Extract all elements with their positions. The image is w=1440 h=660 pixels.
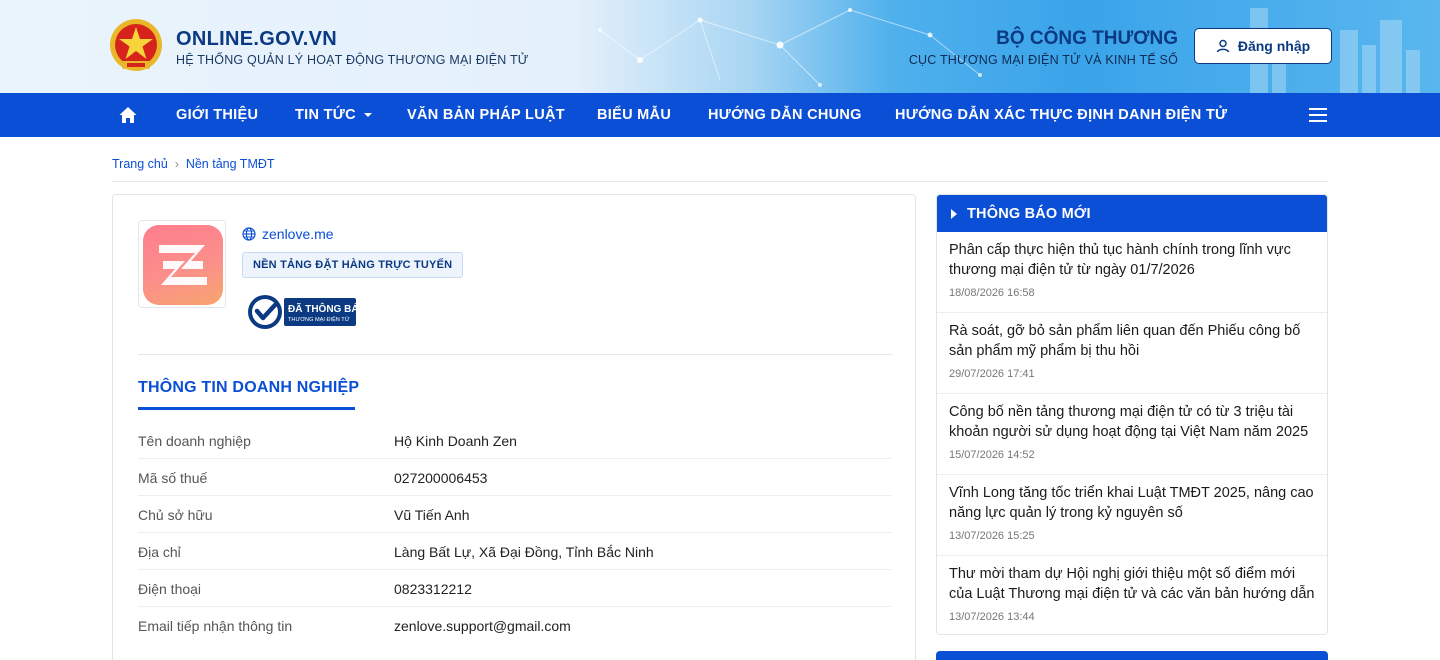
nav-item-huong-dan-chung[interactable]: HƯỚNG DẪN CHUNG	[708, 93, 862, 137]
badge-text: ĐÃ THÔNG BÁO	[288, 302, 358, 315]
news-item[interactable]: Công bố nền tảng thương mại điện tử có t…	[937, 394, 1327, 475]
table-row: Mã số thuế 027200006453	[138, 459, 892, 496]
breadcrumb-divider	[112, 181, 1328, 182]
triangle-right-icon	[951, 208, 957, 219]
badge-subtext: THƯƠNG MẠI ĐIỆN TỬ	[288, 315, 350, 323]
department-name: CỤC THƯƠNG MẠI ĐIỆN TỬ VÀ KINH TẾ SỐ	[908, 53, 1178, 67]
field-label: Chủ sở hữu	[138, 507, 213, 523]
nav-item-huong-dan-xac-thuc[interactable]: HƯỚNG DẪN XÁC THỰC ĐỊNH DANH ĐIỆN TỬ	[895, 93, 1227, 137]
national-emblem-icon	[110, 19, 162, 71]
verified-check-icon	[248, 295, 282, 329]
news-item[interactable]: Phân cấp thực hiện thủ tục hành chính tr…	[937, 232, 1327, 313]
news-item[interactable]: Thư mời tham dự Hội nghị giới thiệu một …	[937, 556, 1327, 634]
news-sidebar: THÔNG BÁO MỚI Phân cấp thực hiện thủ tục…	[936, 194, 1328, 635]
user-icon	[1216, 39, 1230, 53]
table-row: Địa chỉ Làng Bất Lự, Xã Đại Đồng, Tỉnh B…	[138, 533, 892, 570]
table-row: Chủ sở hữu Vũ Tiến Anh	[138, 496, 892, 533]
news-sidebar-title: THÔNG BÁO MỚI	[967, 205, 1091, 222]
breadcrumb: Trang chủ › Nền tảng TMĐT	[112, 157, 275, 171]
platform-type-tag: NỀN TẢNG ĐẶT HÀNG TRỰC TUYẾN	[242, 252, 464, 278]
field-value-address: Làng Bất Lự, Xã Đại Đồng, Tỉnh Bắc Ninh	[394, 544, 654, 560]
news-item[interactable]: Vĩnh Long tăng tốc triển khai Luật TMĐT …	[937, 475, 1327, 556]
login-button[interactable]: Đăng nhập	[1194, 28, 1332, 64]
login-label: Đăng nhập	[1237, 38, 1311, 54]
field-label: Điện thoại	[138, 581, 202, 597]
news-date: 18/08/2026 16:58	[949, 287, 1035, 299]
brand-title[interactable]: ONLINE.GOV.VN	[176, 28, 337, 51]
verified-badge: ĐÃ THÔNG BÁO THƯƠNG MẠI ĐIỆN TỬ	[248, 295, 358, 329]
news-date: 13/07/2026 15:25	[949, 530, 1035, 542]
field-value-owner: Vũ Tiến Anh	[394, 507, 470, 523]
platform-detail-card: zenlove.me NỀN TẢNG ĐẶT HÀNG TRỰC TUYẾN …	[112, 194, 916, 660]
breadcrumb-home[interactable]: Trang chủ	[112, 157, 168, 171]
field-label: Tên doanh nghiệp	[138, 433, 251, 449]
news-date: 29/07/2026 17:41	[949, 368, 1035, 380]
table-row: Tên doanh nghiệp Hộ Kinh Doanh Zen	[138, 422, 892, 459]
secondary-sidebar-header	[936, 651, 1328, 660]
site-header: ONLINE.GOV.VN HỆ THỐNG QUẢN LÝ HOẠT ĐỘNG…	[0, 0, 1440, 93]
home-icon[interactable]	[118, 105, 138, 125]
section-title-underline	[138, 407, 355, 410]
nav-item-gioi-thieu[interactable]: GIỚI THIỆU	[176, 93, 258, 137]
news-item[interactable]: Rà soát, gỡ bỏ sản phẩm liên quan đến Ph…	[937, 313, 1327, 394]
nav-item-bieu-mau[interactable]: BIỂU MẪU	[597, 93, 671, 137]
field-value-phone: 0823312212	[394, 581, 472, 597]
news-title[interactable]: Phân cấp thực hiện thủ tục hành chính tr…	[949, 241, 1315, 281]
platform-website-link[interactable]: zenlove.me	[242, 226, 334, 242]
app-logo-icon	[143, 225, 223, 305]
nav-item-tin-tuc[interactable]: TIN TỨC	[295, 93, 373, 137]
ministry-name: BỘ CÔNG THƯƠNG	[996, 28, 1178, 49]
news-title[interactable]: Vĩnh Long tăng tốc triển khai Luật TMĐT …	[949, 484, 1315, 524]
nav-item-label: TIN TỨC	[295, 107, 356, 123]
breadcrumb-separator: ›	[174, 157, 179, 171]
news-title[interactable]: Thư mời tham dự Hội nghị giới thiệu một …	[949, 565, 1315, 605]
globe-icon	[242, 227, 256, 241]
news-date: 13/07/2026 13:44	[949, 611, 1035, 623]
caret-down-icon	[364, 113, 373, 118]
news-title[interactable]: Công bố nền tảng thương mại điện tử có t…	[949, 403, 1315, 443]
field-value-business-name: Hộ Kinh Doanh Zen	[394, 433, 517, 449]
card-divider	[138, 354, 892, 355]
nav-item-van-ban-phap-luat[interactable]: VĂN BẢN PHÁP LUẬT	[407, 93, 565, 137]
field-value-email: zenlove.support@gmail.com	[394, 618, 571, 634]
platform-website: zenlove.me	[262, 226, 334, 242]
field-value-tax-code: 027200006453	[394, 470, 488, 486]
news-title[interactable]: Rà soát, gỡ bỏ sản phẩm liên quan đến Ph…	[949, 322, 1315, 362]
field-label: Địa chỉ	[138, 544, 181, 560]
hamburger-menu-icon[interactable]	[1309, 106, 1327, 124]
news-sidebar-header: THÔNG BÁO MỚI	[937, 195, 1327, 232]
brand-subtitle: HỆ THỐNG QUẢN LÝ HOẠT ĐỘNG THƯƠNG MẠI ĐI…	[176, 53, 529, 67]
breadcrumb-current[interactable]: Nền tảng TMĐT	[186, 157, 275, 171]
business-info-table: Tên doanh nghiệp Hộ Kinh Doanh Zen Mã số…	[138, 422, 892, 644]
field-label: Email tiếp nhận thông tin	[138, 618, 293, 634]
platform-logo	[138, 220, 226, 308]
field-label: Mã số thuế	[138, 470, 208, 486]
table-row: Email tiếp nhận thông tin zenlove.suppor…	[138, 607, 892, 644]
main-navigation: GIỚI THIỆU TIN TỨC VĂN BẢN PHÁP LUẬT BIỂ…	[0, 93, 1440, 137]
table-row: Điện thoại 0823312212	[138, 570, 892, 607]
news-date: 15/07/2026 14:52	[949, 449, 1035, 461]
section-title-business-info: THÔNG TIN DOANH NGHIỆP	[138, 379, 360, 396]
